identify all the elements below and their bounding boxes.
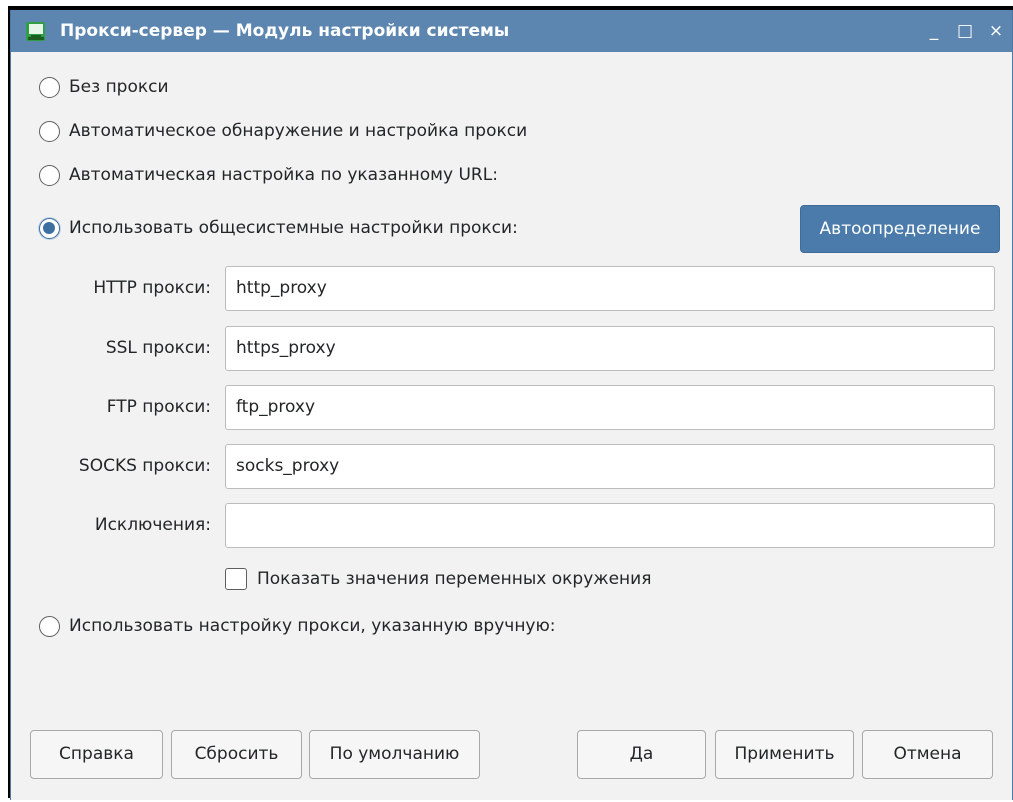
option-auto-detect[interactable]: Автоматическое обнаружение и настройка п… — [39, 118, 527, 144]
http-proxy-label: HTTP прокси: — [93, 278, 211, 298]
radio-manual[interactable] — [39, 615, 60, 637]
option-no-proxy-label: Без прокси — [69, 77, 169, 97]
close-button[interactable]: × — [983, 10, 1009, 52]
radio-auto-detect[interactable] — [39, 120, 60, 142]
apply-button[interactable]: Применить — [715, 730, 854, 779]
socks-proxy-label: SOCKS прокси: — [78, 456, 211, 476]
auto-detect-button[interactable]: Автоопределение — [800, 205, 1000, 253]
option-no-proxy[interactable]: Без прокси — [39, 74, 169, 100]
exceptions-input[interactable] — [225, 503, 995, 548]
ok-button[interactable]: Да — [577, 730, 706, 779]
maximize-button[interactable]: □ — [952, 10, 978, 52]
http-proxy-input[interactable]: http_proxy — [225, 266, 995, 311]
radio-no-proxy[interactable] — [39, 76, 60, 98]
show-env-values-checkbox[interactable] — [225, 568, 247, 590]
help-button[interactable]: Справка — [30, 730, 163, 779]
option-system-settings-label: Использовать общесистемные настройки про… — [69, 218, 518, 238]
minimize-button[interactable]: _ — [921, 10, 947, 52]
ftp-proxy-input[interactable]: ftp_proxy — [225, 385, 995, 430]
kde-settings-icon — [26, 22, 45, 41]
reset-button[interactable]: Сбросить — [171, 730, 302, 779]
window-title: Прокси-сервер — Модуль настройки системы — [60, 21, 510, 41]
show-env-values-option[interactable]: Показать значения переменных окружения — [225, 568, 651, 590]
ssl-proxy-label: SSL прокси: — [105, 338, 211, 358]
option-auto-url-label: Автоматическая настройка по указанному U… — [69, 165, 498, 185]
option-auto-detect-label: Автоматическое обнаружение и настройка п… — [69, 121, 528, 141]
exceptions-label: Исключения: — [94, 515, 211, 535]
proxy-settings-window: Прокси-сервер — Модуль настройки системы… — [10, 10, 1013, 800]
ssl-proxy-input[interactable]: https_proxy — [225, 326, 995, 371]
option-system-settings[interactable]: Использовать общесистемные настройки про… — [39, 215, 518, 241]
radio-auto-url[interactable] — [39, 164, 60, 186]
option-manual[interactable]: Использовать настройку прокси, указанную… — [39, 613, 556, 639]
show-env-values-label: Показать значения переменных окружения — [257, 569, 652, 589]
socks-proxy-input[interactable]: socks_proxy — [225, 444, 995, 489]
title-bar[interactable]: Прокси-сервер — Модуль настройки системы… — [11, 10, 1012, 52]
option-manual-label: Использовать настройку прокси, указанную… — [69, 616, 556, 636]
ftp-proxy-label: FTP прокси: — [106, 397, 211, 417]
cancel-button[interactable]: Отмена — [862, 730, 993, 779]
option-auto-url[interactable]: Автоматическая настройка по указанному U… — [39, 162, 498, 188]
defaults-button[interactable]: По умолчанию — [309, 730, 480, 779]
radio-system-settings[interactable] — [39, 217, 60, 239]
